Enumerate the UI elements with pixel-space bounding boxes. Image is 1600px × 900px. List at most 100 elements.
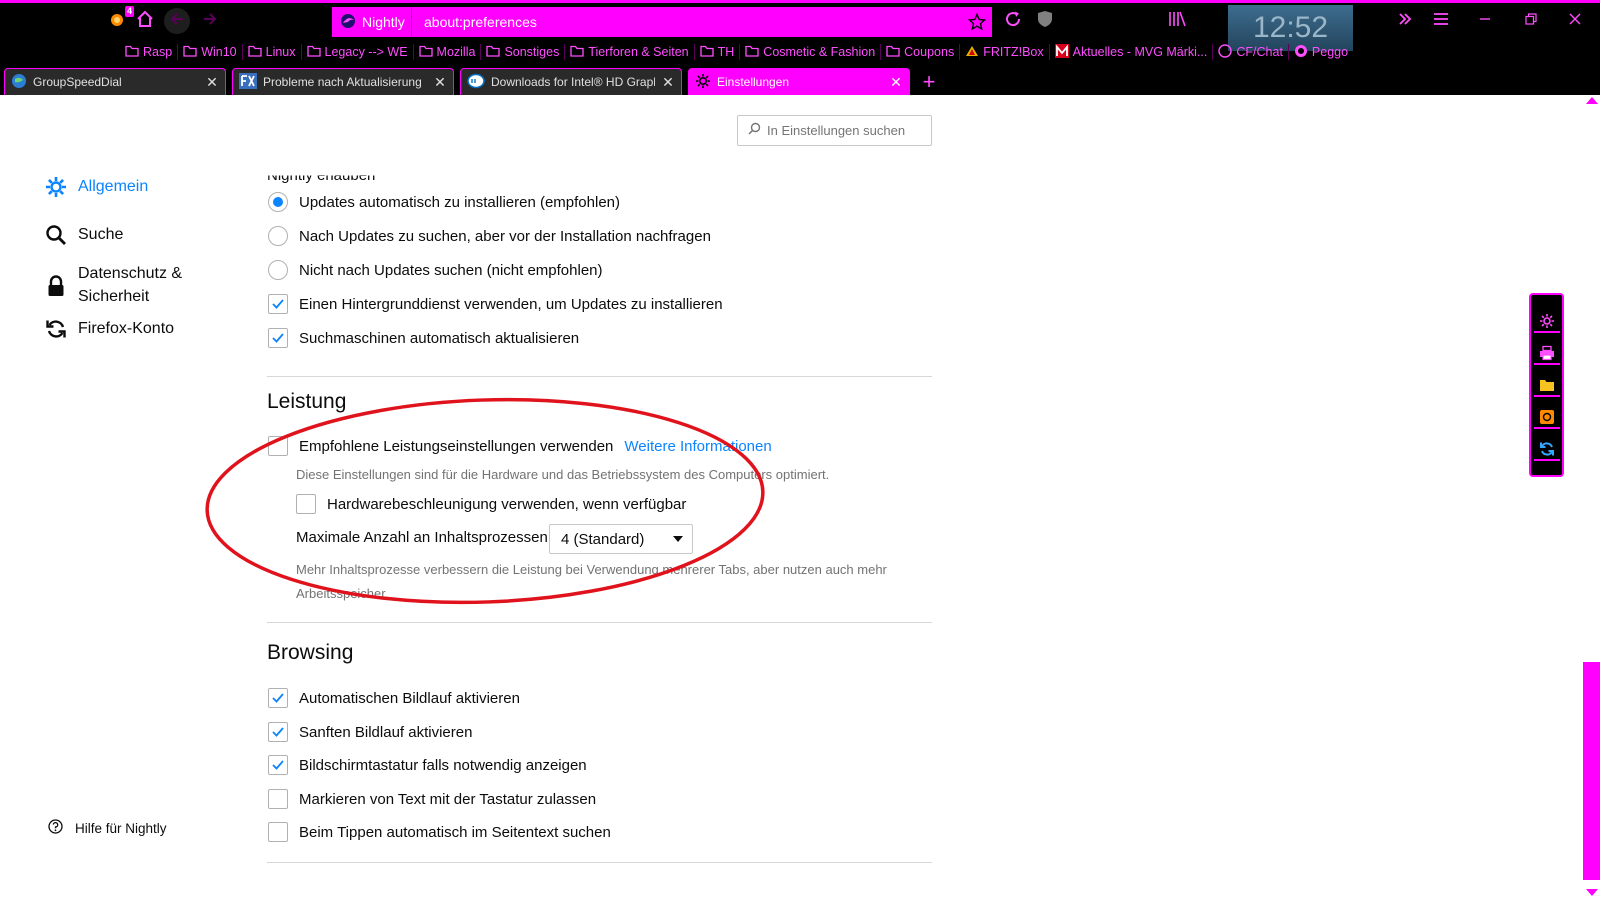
minimize-button[interactable] [1472,8,1498,34]
tab-close-button[interactable]: ✕ [205,74,219,91]
update-option-auto[interactable]: Updates automatisch zu installieren (emp… [268,192,620,212]
float-folder-button[interactable] [1533,375,1560,397]
checkbox[interactable] [268,822,288,842]
forward-button[interactable] [197,8,223,34]
find-as-you-type-checkbox[interactable]: Beim Tippen automatisch im Seitentext su… [268,822,611,842]
gear-icon [695,73,711,92]
caret-browsing-checkbox[interactable]: Markieren von Text mit der Tastatur zula… [268,789,596,809]
chat-icon [1218,43,1233,61]
annotation-ellipse [205,397,765,605]
checkbox-label: Empfohlene Leistungseinstellungen verwen… [299,437,614,455]
scroll-down-arrow-icon[interactable] [1586,889,1598,896]
tab-intel-downloads[interactable]: Downloads for Intel® HD Graphics ✕ [460,68,682,95]
url-text[interactable]: about:preferences [412,14,962,30]
help-link[interactable]: Hilfe für Nightly [48,819,167,837]
tab-probleme[interactable]: Probleme nach Aktualisierung ✕ [232,68,454,95]
bookmark-item[interactable]: CF/Chat [1213,43,1289,61]
learn-more-link[interactable]: Weitere Informationen [624,438,771,455]
category-search[interactable]: Suche [44,223,123,247]
checkbox[interactable] [268,688,288,708]
content-process-select[interactable]: 4 (Standard) [549,524,693,554]
fx-forum-icon [239,72,257,92]
bookmark-item[interactable]: Rasp [120,44,179,60]
scrollbar-thumb[interactable] [1583,662,1600,880]
reload-button[interactable] [1000,8,1026,34]
close-window-button[interactable] [1562,8,1588,34]
checkbox-label: Beim Tippen automatisch im Seitentext su… [299,823,611,841]
restore-button[interactable] [1518,8,1544,34]
autoscroll-checkbox[interactable]: Automatischen Bildlauf aktivieren [268,688,520,708]
radio-button[interactable] [268,192,288,212]
overflow-button[interactable] [1392,8,1418,34]
tab-groupspeeddial[interactable]: GroupSpeedDial ✕ [4,68,226,95]
update-option-ask[interactable]: Nach Updates zu suchen, aber vor der Ins… [268,226,711,246]
identity-box[interactable]: Nightly [332,7,412,37]
checkbox[interactable] [268,294,288,314]
checkbox[interactable] [268,722,288,742]
bookmark-item[interactable]: Sonstiges [481,44,566,60]
bookmark-item[interactable]: FRITZ!Box [960,44,1050,60]
float-sync-button[interactable] [1533,439,1560,461]
search-engine-update-checkbox[interactable]: Suchmaschinen automatisch aktualisieren [268,328,579,348]
bookmark-star-button[interactable] [962,13,992,31]
radio-button[interactable] [268,226,288,246]
category-label: Suche [78,226,124,243]
search-input[interactable] [767,123,927,138]
new-tab-button[interactable]: + [916,68,942,95]
bookmark-item[interactable]: Tierforen & Seiten [565,44,695,60]
scroll-up-arrow-icon[interactable] [1586,97,1598,104]
bookmark-item[interactable]: TH [695,44,741,60]
recommended-performance-checkbox[interactable]: Empfohlene Leistungseinstellungen verwen… [268,436,772,456]
checkbox[interactable] [268,755,288,775]
radio-button[interactable] [268,260,288,280]
tab-close-button[interactable]: ✕ [433,74,447,91]
category-general[interactable]: Allgemein [44,175,148,199]
tab-einstellungen[interactable]: Einstellungen ✕ [688,68,910,95]
update-option-never[interactable]: Nicht nach Updates suchen (nicht empfohl… [268,260,603,280]
bookmark-item[interactable]: Legacy --> WE [302,44,414,60]
menu-button[interactable] [1428,8,1454,34]
checkbox[interactable] [268,328,288,348]
back-button[interactable] [164,8,190,34]
bookmark-item[interactable]: Linux [243,44,302,60]
category-sync[interactable]: Firefox-Konto [44,317,174,341]
folder-icon [570,45,584,60]
floating-toolbar [1529,293,1564,477]
category-privacy[interactable]: Datenschutz & Sicherheit [44,262,182,308]
page-scrollbar[interactable] [1583,95,1600,900]
float-screenshot-button[interactable] [1533,407,1560,429]
tab-close-button[interactable]: ✕ [889,74,903,91]
checkbox[interactable] [296,494,316,514]
bookmark-item[interactable]: Cosmetic & Fashion [740,44,882,60]
float-print-button[interactable] [1533,343,1560,365]
onscreen-keyboard-checkbox[interactable]: Bildschirmtastatur falls notwendig anzei… [268,755,587,775]
recommended-description: Diese Einstellungen sind für die Hardwar… [296,467,830,482]
checkmark-icon [272,299,284,309]
preferences-search-box[interactable] [737,115,932,146]
smooth-scroll-checkbox[interactable]: Sanften Bildlauf aktivieren [268,722,472,742]
checkbox[interactable] [268,789,288,809]
library-button[interactable] [1164,8,1190,34]
url-bar[interactable]: Nightly about:preferences [332,7,992,37]
preferences-page: Allgemein Suche Datenschutz & Sicherheit… [0,95,1583,900]
content-process-description: Mehr Inhaltsprozesse verbessern die Leis… [296,562,887,601]
background-service-checkbox[interactable]: Einen Hintergrunddienst verwenden, um Up… [268,294,723,314]
hardware-acceleration-checkbox[interactable]: Hardwarebeschleunigung verwenden, wenn v… [296,494,686,514]
bookmark-item[interactable]: Coupons [881,44,961,60]
bookmark-item[interactable]: Aktuelles - MVG Märki... [1050,43,1214,60]
sync-icon [1539,442,1554,456]
folder-icon [699,45,714,60]
bookmark-item[interactable]: Win10 [178,44,243,60]
home-button[interactable] [132,8,158,34]
checkmark-icon [272,333,284,343]
tab-close-button[interactable]: ✕ [661,74,675,91]
float-settings-button[interactable] [1533,311,1560,333]
checkbox[interactable] [268,436,288,456]
bookmark-item[interactable]: Mozilla [414,44,482,60]
category-label: Allgemein [78,178,149,195]
ublock-button[interactable] [1032,8,1058,34]
bookmark-item[interactable]: Peggo [1289,44,1353,60]
lock-icon [44,274,68,298]
addon-button[interactable]: 4 [104,6,134,34]
chevron-double-right-icon [1397,11,1413,32]
